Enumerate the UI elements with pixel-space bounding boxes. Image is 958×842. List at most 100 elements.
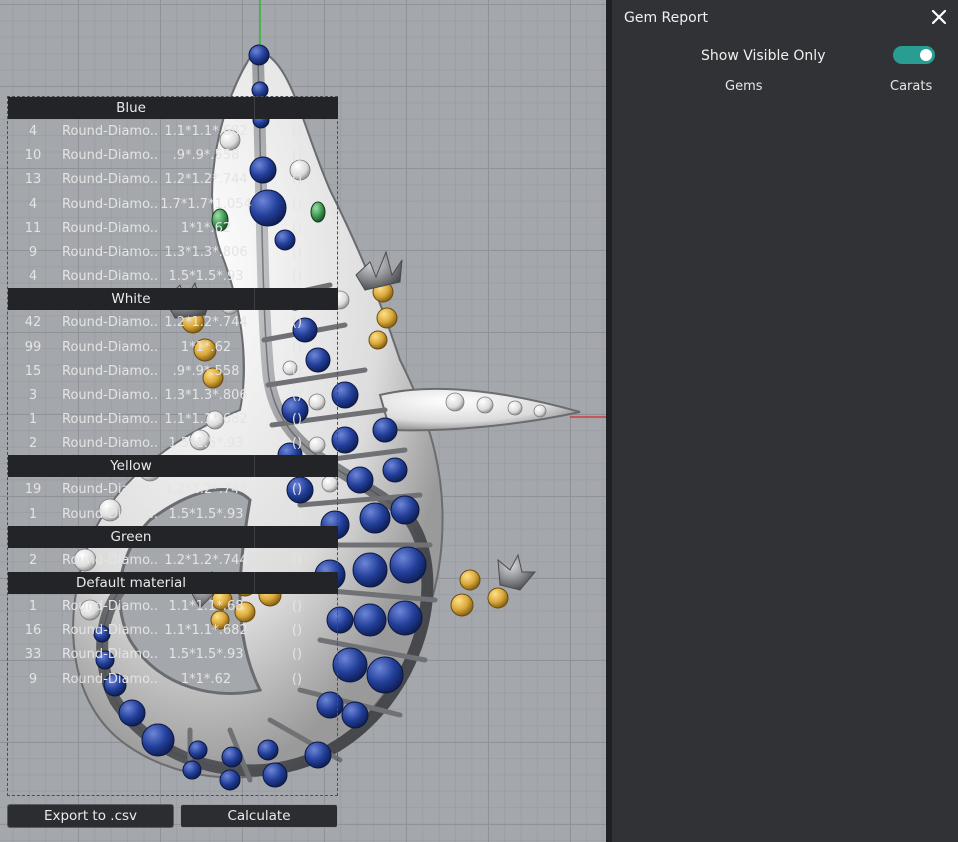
gem-row[interactable]: 16 Round-Diamo... 1.1*1.1*.682 () (8, 618, 338, 642)
gem-size: 1.1*1.1*.682 (164, 124, 248, 139)
gem-type: Round-Diamo... (62, 244, 158, 260)
gem-type: Round-Diamo... (62, 671, 158, 687)
gem-type: Round-Diamo... (62, 196, 158, 212)
gem-count: 4 (28, 196, 38, 212)
column-separator (254, 97, 255, 119)
gem-type: Round-Diamo... (62, 387, 158, 403)
gem-row[interactable]: 15 Round-Diamo... .9*.9*.558 () (8, 359, 338, 383)
group-header[interactable]: Default material (8, 572, 338, 594)
gem-type: Round-Diamo... (62, 339, 158, 355)
gem-count: 99 (24, 339, 42, 355)
gem-count: 11 (24, 220, 42, 236)
close-button[interactable] (928, 6, 950, 28)
calculate-button[interactable]: Calculate (180, 804, 338, 828)
gem-row[interactable]: 4 Round-Diamo... 1.5*1.5*.93 () (8, 264, 338, 288)
gem-size: 1.5*1.5*.93 (168, 436, 244, 452)
group-name: Default material (76, 575, 186, 591)
show-visible-toggle[interactable] (893, 46, 935, 64)
gem-row[interactable]: 1 Round-Diamo... 1.1*1.1*.682 () (8, 407, 338, 431)
gem-carats: () (291, 315, 303, 331)
gem-row[interactable]: 99 Round-Diamo... 1*1*.62 () (8, 335, 338, 359)
gem-row[interactable]: 19 Round-Diamo... 1.2*1.2*.744 () (8, 477, 338, 501)
export-csv-button[interactable]: Export to .csv (7, 804, 174, 828)
gem-type: Round-Diamo... (62, 315, 158, 331)
gem-count: 1 (28, 506, 38, 522)
gem-carats: () (291, 339, 303, 355)
gem-size: 1.5*1.5*.93 (168, 647, 244, 663)
gem-row[interactable]: 1 Round-Diamo... 1.1*1.1*.68 () (8, 594, 338, 618)
show-visible-label: Show Visible Only (701, 48, 826, 64)
gem-row[interactable]: 9 Round-Diamo... 1*1*.62 () (8, 667, 338, 691)
gem-type: Round-Diamo... (62, 269, 158, 285)
column-separator (254, 525, 255, 548)
gem-carats: () (291, 647, 303, 663)
gem-size: 1.1*1.1*.682 (164, 623, 248, 639)
column-header-gems: Gems (725, 79, 763, 94)
gem-size: 1.1*1.1*.682 (164, 412, 248, 428)
gem-carats: () (291, 148, 303, 164)
gem-row[interactable]: 13 Round-Diamo... 1.2*1.2*.744 () (8, 167, 338, 191)
gem-type: Round-Diamo... (62, 482, 158, 498)
gem-carats: () (291, 623, 303, 639)
gem-size: 1.2*1.2*.744 (164, 172, 248, 188)
gem-row[interactable]: 9 Round-Diamo... 1.3*1.3*.806 () (8, 240, 338, 264)
gem-count: 15 (24, 363, 42, 379)
gem-type: Round-Diamo... (62, 124, 158, 139)
gem-row[interactable]: 42 Round-Diamo... 1.2*1.2*.744 () (8, 310, 338, 334)
gem-carats: () (291, 124, 303, 139)
gem-type: Round-Diamo... (62, 436, 158, 452)
gem-row[interactable]: 2 Round-Diamo... 1.5*1.5*.93 () (8, 431, 338, 455)
gem-carats: () (291, 482, 303, 498)
group-header[interactable]: Blue (8, 97, 338, 119)
gem-row[interactable]: 10 Round-Diamo... .9*.9*.558 () (8, 143, 338, 167)
gem-type: Round-Diamo... (62, 623, 158, 639)
gem-count: 1 (28, 412, 38, 428)
gem-size: 1.2*1.2*.744 (164, 482, 248, 498)
gem-size: 1.3*1.3*.806 (164, 244, 248, 260)
gem-row[interactable]: 4 Round-Diamo... 1.7*1.7*1.054 () (8, 192, 338, 216)
gem-carats: () (291, 671, 303, 687)
group-header[interactable]: White (8, 288, 338, 311)
gem-row[interactable]: 11 Round-Diamo... 1*1*.62 () (8, 216, 338, 240)
gem-size: 1*1*.62 (180, 671, 232, 687)
group-name: Blue (116, 100, 146, 116)
gem-type: Round-Diamo... (62, 363, 158, 379)
gem-row[interactable]: 3 Round-Diamo... 1.3*1.3*.806 () (8, 383, 338, 407)
column-separator (254, 288, 255, 311)
group-name: Yellow (110, 458, 152, 475)
gem-count: 9 (28, 244, 38, 260)
gem-carats: () (291, 172, 303, 188)
group-header[interactable]: Green (8, 525, 338, 548)
gem-count: 2 (28, 552, 38, 568)
gem-row[interactable]: 1 Round-Diamo... 1.5*1.5*.93 () (8, 502, 338, 526)
gem-size: 1*1*.62 (180, 339, 232, 355)
toggle-knob (920, 49, 932, 61)
gem-type: Round-Diamo... (62, 220, 158, 236)
gem-size: 1.5*1.5*.93 (168, 506, 244, 522)
gem-count: 9 (28, 671, 38, 687)
gem-size: 1.2*1.2*.744 (164, 552, 248, 568)
gem-carats: () (291, 220, 303, 236)
gem-count: 33 (24, 647, 42, 663)
gem-size: 1.3*1.3*.806 (164, 387, 248, 403)
gem-report-panel: Gem Report Show Visible Only Gems Carats (612, 0, 958, 842)
gem-row[interactable]: 4 Round-Diamo... 1.1*1.1*.682 () (8, 119, 338, 143)
gem-type: Round-Diamo... (62, 552, 158, 568)
gem-carats: () (291, 244, 303, 260)
gem-count: 19 (24, 482, 42, 498)
gem-size: .9*.9*.558 (172, 363, 240, 379)
gem-carats: () (291, 363, 303, 379)
gem-row[interactable]: 33 Round-Diamo... 1.5*1.5*.93 () (8, 642, 338, 666)
gem-type: Round-Diamo... (62, 599, 158, 614)
group-name: White (111, 291, 151, 308)
close-icon (931, 9, 947, 25)
gem-size: 1.7*1.7*1.054 (160, 196, 252, 212)
gem-row[interactable]: 2 Round-Diamo... 1.2*1.2*.744 () (8, 548, 338, 572)
gem-type: Round-Diamo... (62, 412, 158, 428)
gem-count: 10 (24, 148, 42, 164)
gem-count: 4 (28, 124, 38, 139)
gem-count: 2 (28, 436, 38, 452)
gem-table[interactable]: Blue 4 Round-Diamo... 1.1*1.1*.682() 10 Round… (8, 97, 338, 691)
gem-type: Round-Diamo... (62, 172, 158, 188)
group-header[interactable]: Yellow (8, 455, 338, 478)
